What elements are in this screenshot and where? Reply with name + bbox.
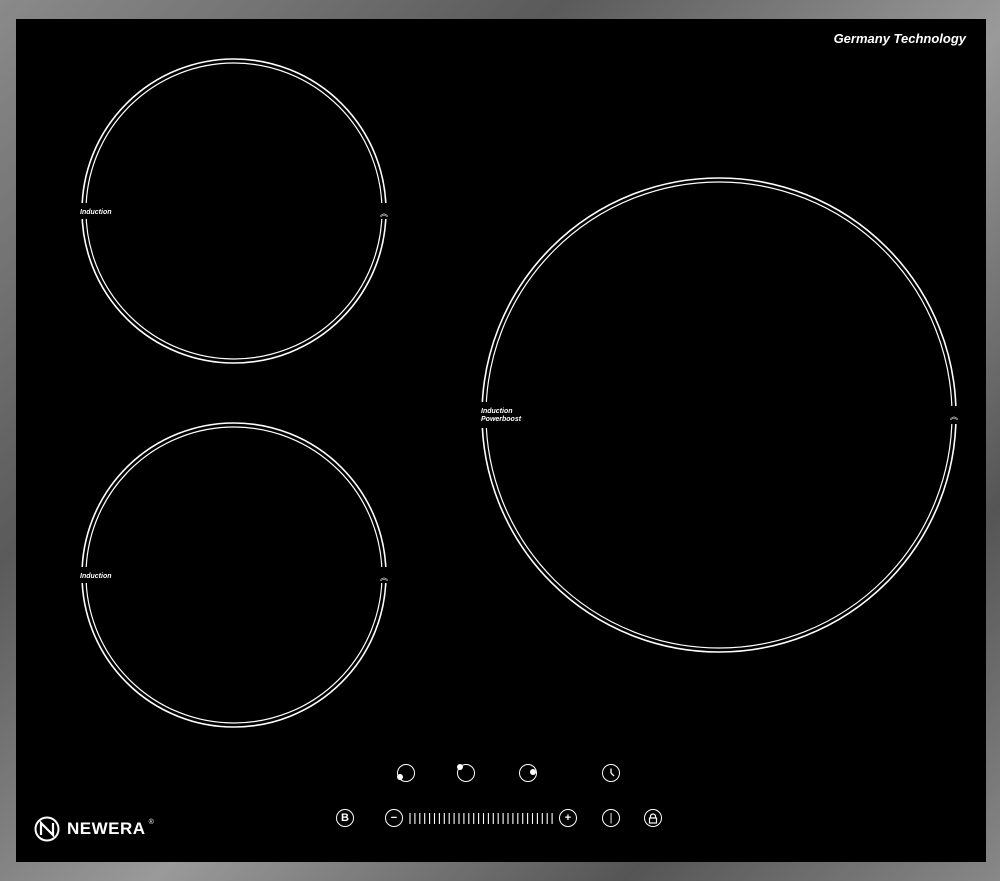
newera-logo-icon: [34, 816, 60, 842]
zone-label: Induction: [80, 573, 112, 580]
brand-name: NEWERA: [67, 819, 146, 838]
brand-logo: NEWERA ®: [34, 815, 154, 843]
increase-power-button[interactable]: +: [559, 809, 577, 827]
zone-position-dot-icon: [530, 769, 536, 775]
select-front-left-zone-button[interactable]: [397, 764, 415, 782]
clock-icon: [610, 768, 615, 777]
zone-position-dot-icon: [457, 764, 463, 770]
zone-label: Induction: [481, 408, 513, 415]
cooking-zones: Induction ︽ Induction ︽ Induction Powerb…: [78, 58, 958, 824]
rear-left-zone[interactable]: Induction ︽: [78, 58, 388, 364]
chevron-up-icon: ︽: [380, 209, 388, 218]
chevron-up-icon: ︽: [950, 412, 958, 421]
lock-button[interactable]: [644, 809, 662, 827]
chevron-up-icon: ︽: [380, 573, 388, 582]
select-rear-left-zone-button[interactable]: [457, 764, 475, 782]
boost-button[interactable]: B: [336, 809, 354, 827]
front-left-zone[interactable]: Induction ︽: [78, 422, 388, 728]
power-button[interactable]: |: [602, 809, 620, 827]
decrease-power-button[interactable]: −: [385, 809, 403, 827]
right-zone[interactable]: Induction Powerboost ︽: [480, 177, 958, 653]
lock-icon: [648, 812, 658, 824]
zone-label: Powerboost: [481, 416, 522, 423]
registered-mark: ®: [148, 819, 154, 826]
power-slider[interactable]: [407, 812, 555, 824]
select-right-zone-button[interactable]: [519, 764, 537, 782]
zone-position-dot-icon: [397, 774, 403, 780]
timer-button[interactable]: [602, 764, 620, 782]
zone-label: Induction: [80, 209, 112, 216]
